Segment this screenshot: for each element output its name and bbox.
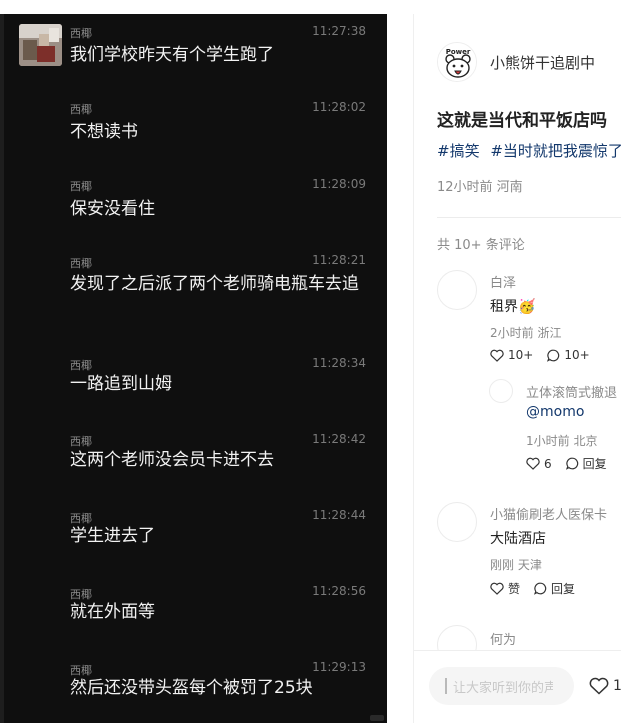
like-button[interactable]: 赞 <box>490 580 520 597</box>
message-text: 学生进去了 <box>70 526 155 546</box>
message-text: 不想读书 <box>70 122 138 142</box>
commenter-avatar[interactable] <box>437 502 477 542</box>
heart-icon <box>490 582 504 595</box>
message-time: 11:28:21 <box>312 253 366 267</box>
message-time: 11:28:02 <box>312 100 366 114</box>
message-sender: 西椰 <box>70 180 92 193</box>
comment-item: 白泽 租界🥳 2小时前 浙江 10+ 10+ <box>437 270 621 370</box>
commenter-avatar[interactable] <box>437 270 477 310</box>
message-time: 11:28:42 <box>312 432 366 446</box>
reply-item: 立体滚筒式撤退 @momo 1小时前 北京 6 回复 <box>489 379 621 475</box>
replier-name[interactable]: 立体滚筒式撤退 <box>526 382 617 401</box>
message-text: 保安没看住 <box>70 199 155 219</box>
message-sender: 西椰 <box>70 257 92 270</box>
chat-edge <box>0 14 4 723</box>
like-label: 赞 <box>508 582 521 596</box>
reply-button[interactable]: 回复 <box>565 455 607 472</box>
comment-text: 大陆酒店 <box>490 531 546 547</box>
post-tags: #搞笑 #当时就把我震惊了 <box>437 140 621 161</box>
chat-screenshot: 西椰 11:27:38 我们学校昨天有个学生跑了 西椰 11:28:02 不想读… <box>0 14 387 723</box>
message-text: 一路追到山姆 <box>70 374 172 394</box>
heart-icon <box>589 677 609 695</box>
comment-bubble-icon <box>547 349 560 362</box>
comment-meta: 刚刚 天津 <box>490 558 542 572</box>
reply-label: 回复 <box>551 582 576 596</box>
comment-text: 租界🥳 <box>490 299 536 315</box>
author-row[interactable]: Power 小熊饼干追剧中 <box>437 42 621 82</box>
heart-icon <box>490 349 504 362</box>
reply-button[interactable]: 回复 <box>534 580 575 597</box>
reply-meta: 1小时前 北京 <box>526 434 598 448</box>
commenter-name[interactable]: 白泽 <box>490 272 516 291</box>
message-text: 然后还没带头盔每个被罚了25块 <box>70 678 313 698</box>
reply-label: 回复 <box>582 457 607 471</box>
comment-meta: 2小时前 浙江 <box>490 326 562 340</box>
sender-avatar-image <box>19 24 62 66</box>
comment-actions: 赞 回复 <box>490 580 589 597</box>
post-title: 这就是当代和平饭店吗 <box>437 111 607 131</box>
top-strip <box>0 0 621 14</box>
avatar-photo-icon <box>19 24 62 66</box>
comment-input[interactable]: 让大家听到你的声音 <box>429 667 574 705</box>
heart-icon <box>526 457 540 470</box>
reply-count: 10+ <box>564 348 590 362</box>
message-time: 11:28:56 <box>312 584 366 598</box>
comment-actions: 10+ 10+ <box>490 348 604 362</box>
comment-bubble-icon <box>534 582 547 595</box>
author-name[interactable]: 小熊饼干追剧中 <box>490 52 595 73</box>
tag-link[interactable]: #搞笑 <box>437 142 480 160</box>
commenter-name[interactable]: 小猫偷刷老人医保卡 <box>490 504 607 523</box>
message-time: 11:28:44 <box>312 508 366 522</box>
divider <box>437 217 621 218</box>
message-sender: 西椰 <box>70 27 92 40</box>
message-text: 我们学校昨天有个学生跑了 <box>70 45 274 65</box>
input-placeholder: 让大家听到你的声音 <box>453 681 553 695</box>
message-text: 就在外面等 <box>70 602 155 622</box>
message-time: 11:27:38 <box>312 24 366 38</box>
message-time: 11:28:34 <box>312 356 366 370</box>
message-time: 11:29:13 <box>312 660 366 674</box>
like-count: 6 <box>544 456 552 471</box>
like-button[interactable]: 10+ <box>490 348 533 362</box>
comment-bar: 让大家听到你的声音 1 <box>414 650 621 723</box>
page: 西椰 11:27:38 我们学校昨天有个学生跑了 西椰 11:28:02 不想读… <box>0 0 621 723</box>
message-sender: 西椰 <box>70 435 92 448</box>
post-panel: Power 小熊饼干追剧中 这就是当代和平饭店吗 #搞笑 #当时就把我震惊了 1… <box>413 14 621 723</box>
author-avatar[interactable]: Power <box>437 42 477 82</box>
reply-actions: 6 回复 <box>526 455 621 472</box>
comment-item: 小猫偷刷老人医保卡 大陆酒店 刚刚 天津 赞 回复 <box>437 502 621 602</box>
tag-link[interactable]: #当时就把我震惊了 <box>490 142 621 160</box>
input-caret <box>445 678 447 694</box>
post-like-count: 1 <box>613 678 621 694</box>
message-sender: 西椰 <box>70 103 92 116</box>
message-text: 这两个老师没会员卡进不去 <box>70 450 274 470</box>
comment-count: 共 10+ 条评论 <box>437 238 525 253</box>
bear-avatar-icon: Power <box>438 43 476 81</box>
reply-mention[interactable]: @momo <box>526 404 584 420</box>
scroll-corner <box>370 715 384 721</box>
like-count: 10+ <box>508 348 534 362</box>
post-meta: 12小时前 河南 <box>437 180 523 195</box>
message-text: 发现了之后派了两个老师骑电瓶车去追 <box>70 274 359 294</box>
commenter-name[interactable]: 何为 <box>490 629 516 648</box>
message-sender: 西椰 <box>70 359 92 372</box>
message-time: 11:28:09 <box>312 177 366 191</box>
comment-bubble-icon <box>565 457 578 470</box>
replier-avatar[interactable] <box>489 379 513 403</box>
like-button[interactable]: 6 <box>526 457 552 471</box>
reply-button[interactable]: 10+ <box>547 348 590 362</box>
post-like-button[interactable]: 1 <box>589 677 621 695</box>
